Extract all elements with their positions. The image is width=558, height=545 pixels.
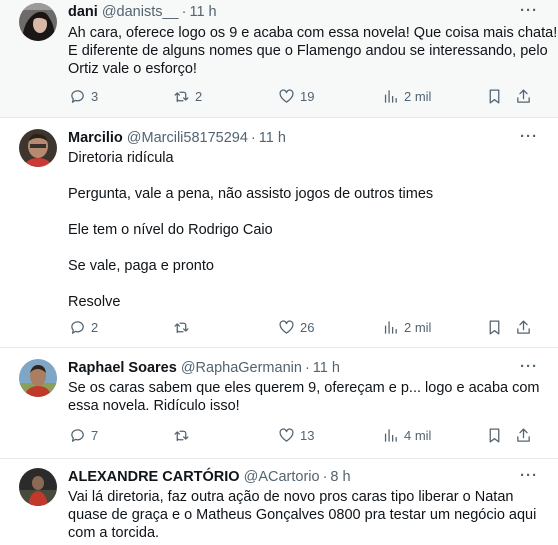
tweet-actions: 3 2 19 2 mil [0, 88, 558, 108]
views-icon [384, 321, 397, 334]
reply-button[interactable]: 3 [69, 88, 98, 105]
reply-button[interactable]: 2 [69, 319, 98, 336]
tweet-text-line: Ah cara, oferece logo os 9 e acaba com e… [68, 25, 558, 41]
user-handle[interactable]: @danists__ [102, 3, 179, 22]
views-count: 2 mil [404, 320, 432, 335]
display-name[interactable]: ALEXANDRE CARTÓRIO [68, 468, 240, 487]
tweet-text: Ah cara, oferece logo os 9 e acaba com e… [68, 24, 557, 78]
tweet-header: Raphael Soares @RaphaGermanin · 11 h [68, 359, 340, 378]
reply-feed: dani @danists__ · 11 h ··· Ah cara, ofer… [0, 0, 558, 545]
tweet-text-line: Vai lá diretoria, faz outra ação de novo… [68, 489, 514, 505]
tweet-text-line: essa novela. Ridículo isso! [68, 398, 240, 414]
avatar[interactable] [19, 359, 57, 397]
heart-icon [279, 320, 294, 334]
tweet-text-line: com a torcida. [68, 525, 160, 541]
views-icon [384, 90, 397, 103]
avatar[interactable] [19, 3, 57, 41]
heart-icon [279, 89, 294, 103]
reply-button[interactable]: 7 [69, 427, 98, 444]
like-count: 13 [300, 428, 315, 443]
retweet-icon [174, 91, 189, 103]
tweet-actions: 2 26 2 mil [0, 319, 558, 339]
separator-dot: · [250, 130, 256, 146]
timestamp[interactable]: 8 h [330, 468, 350, 487]
tweet-text-line: Diretoria ridícula [68, 150, 174, 166]
timestamp[interactable]: 11 h [259, 129, 286, 148]
retweet-button[interactable] [173, 319, 195, 336]
tweet-header: Marcilio @Marcili58175294 · 11 h [68, 129, 286, 148]
reply-count: 7 [91, 428, 99, 443]
bookmark-button[interactable] [486, 88, 503, 105]
tweet-actions: 7 13 4 mil [0, 427, 558, 447]
views-count: 2 mil [404, 89, 432, 104]
retweet-icon [174, 430, 189, 442]
tweet-text-line: E diferente de alguns nomes que o Flamen… [68, 43, 548, 59]
tweet[interactable]: dani @danists__ · 11 h ··· Ah cara, ofer… [0, 0, 558, 118]
display-name[interactable]: Marcilio [68, 129, 123, 148]
views-icon [384, 429, 397, 442]
retweet-icon [174, 322, 189, 334]
share-icon [517, 89, 530, 103]
tweet-text: Diretoria ridícula Pergunta, vale a pena… [68, 149, 433, 311]
tweet-header: dani @danists__ · 11 h [68, 3, 217, 22]
bookmark-icon [489, 320, 500, 335]
like-button[interactable]: 13 [278, 427, 314, 444]
tweet-text-line: quase de graça e o Matheus Gonçalves 080… [68, 507, 537, 523]
more-options-icon[interactable]: ··· [520, 128, 538, 145]
tweet-text-line: Se os caras sabem que eles querem 9, ofe… [68, 380, 540, 396]
tweet[interactable]: ALEXANDRE CARTÓRIO @ACartorio · 8 h ··· … [0, 459, 558, 545]
tweet-text-line: Se vale, paga e pronto [68, 258, 214, 274]
share-icon [517, 428, 530, 442]
more-options-icon[interactable]: ··· [520, 2, 538, 19]
timestamp[interactable]: 11 h [313, 359, 340, 378]
bookmark-button[interactable] [486, 427, 503, 444]
like-button[interactable]: 26 [278, 319, 314, 336]
views-button[interactable]: 4 mil [382, 427, 431, 444]
reply-icon [71, 429, 84, 442]
share-button[interactable] [515, 88, 532, 105]
heart-icon [279, 428, 294, 442]
timestamp[interactable]: 11 h [189, 3, 216, 22]
display-name[interactable]: Raphael Soares [68, 359, 177, 378]
reply-icon [71, 90, 84, 103]
like-button[interactable]: 19 [278, 88, 314, 105]
share-button[interactable] [515, 427, 532, 444]
reply-icon [71, 321, 84, 334]
like-count: 26 [300, 320, 315, 335]
more-options-icon[interactable]: ··· [520, 358, 538, 375]
like-count: 19 [300, 89, 315, 104]
bookmark-button[interactable] [486, 319, 503, 336]
tweet-text: Se os caras sabem que eles querem 9, ofe… [68, 379, 540, 415]
tweet-text-line: Ele tem o nível do Rodrigo Caio [68, 222, 273, 238]
views-count: 4 mil [404, 428, 432, 443]
share-button[interactable] [515, 319, 532, 336]
tweet-header: ALEXANDRE CARTÓRIO @ACartorio · 8 h [68, 468, 351, 487]
more-options-icon[interactable]: ··· [520, 467, 538, 484]
retweet-button[interactable]: 2 [173, 88, 202, 105]
bookmark-icon [489, 428, 500, 443]
tweet-text-line: Ortiz vale o esforço! [68, 61, 197, 77]
user-handle[interactable]: @ACartorio [244, 468, 320, 487]
views-button[interactable]: 2 mil [382, 88, 431, 105]
avatar[interactable] [19, 129, 57, 167]
user-handle[interactable]: @Marcili58175294 [127, 129, 248, 148]
avatar[interactable] [19, 468, 57, 506]
tweet[interactable]: Marcilio @Marcili58175294 · 11 h ··· Dir… [0, 118, 558, 348]
retweet-button[interactable] [173, 427, 195, 444]
separator-dot: · [181, 4, 187, 20]
tweet-text: Vai lá diretoria, faz outra ação de novo… [68, 488, 536, 542]
bookmark-icon [489, 89, 500, 104]
reply-count: 2 [91, 320, 99, 335]
share-icon [517, 320, 530, 334]
tweet-text-line: Pergunta, vale a pena, não assisto jogos… [68, 186, 434, 202]
tweet[interactable]: Raphael Soares @RaphaGermanin · 11 h ···… [0, 348, 558, 459]
user-handle[interactable]: @RaphaGermanin [181, 359, 302, 378]
separator-dot: · [304, 360, 310, 376]
views-button[interactable]: 2 mil [382, 319, 431, 336]
tweet-text-line: Resolve [68, 294, 121, 310]
separator-dot: · [322, 469, 328, 485]
reply-count: 3 [91, 89, 99, 104]
display-name[interactable]: dani [68, 3, 98, 22]
retweet-count: 2 [195, 89, 203, 104]
